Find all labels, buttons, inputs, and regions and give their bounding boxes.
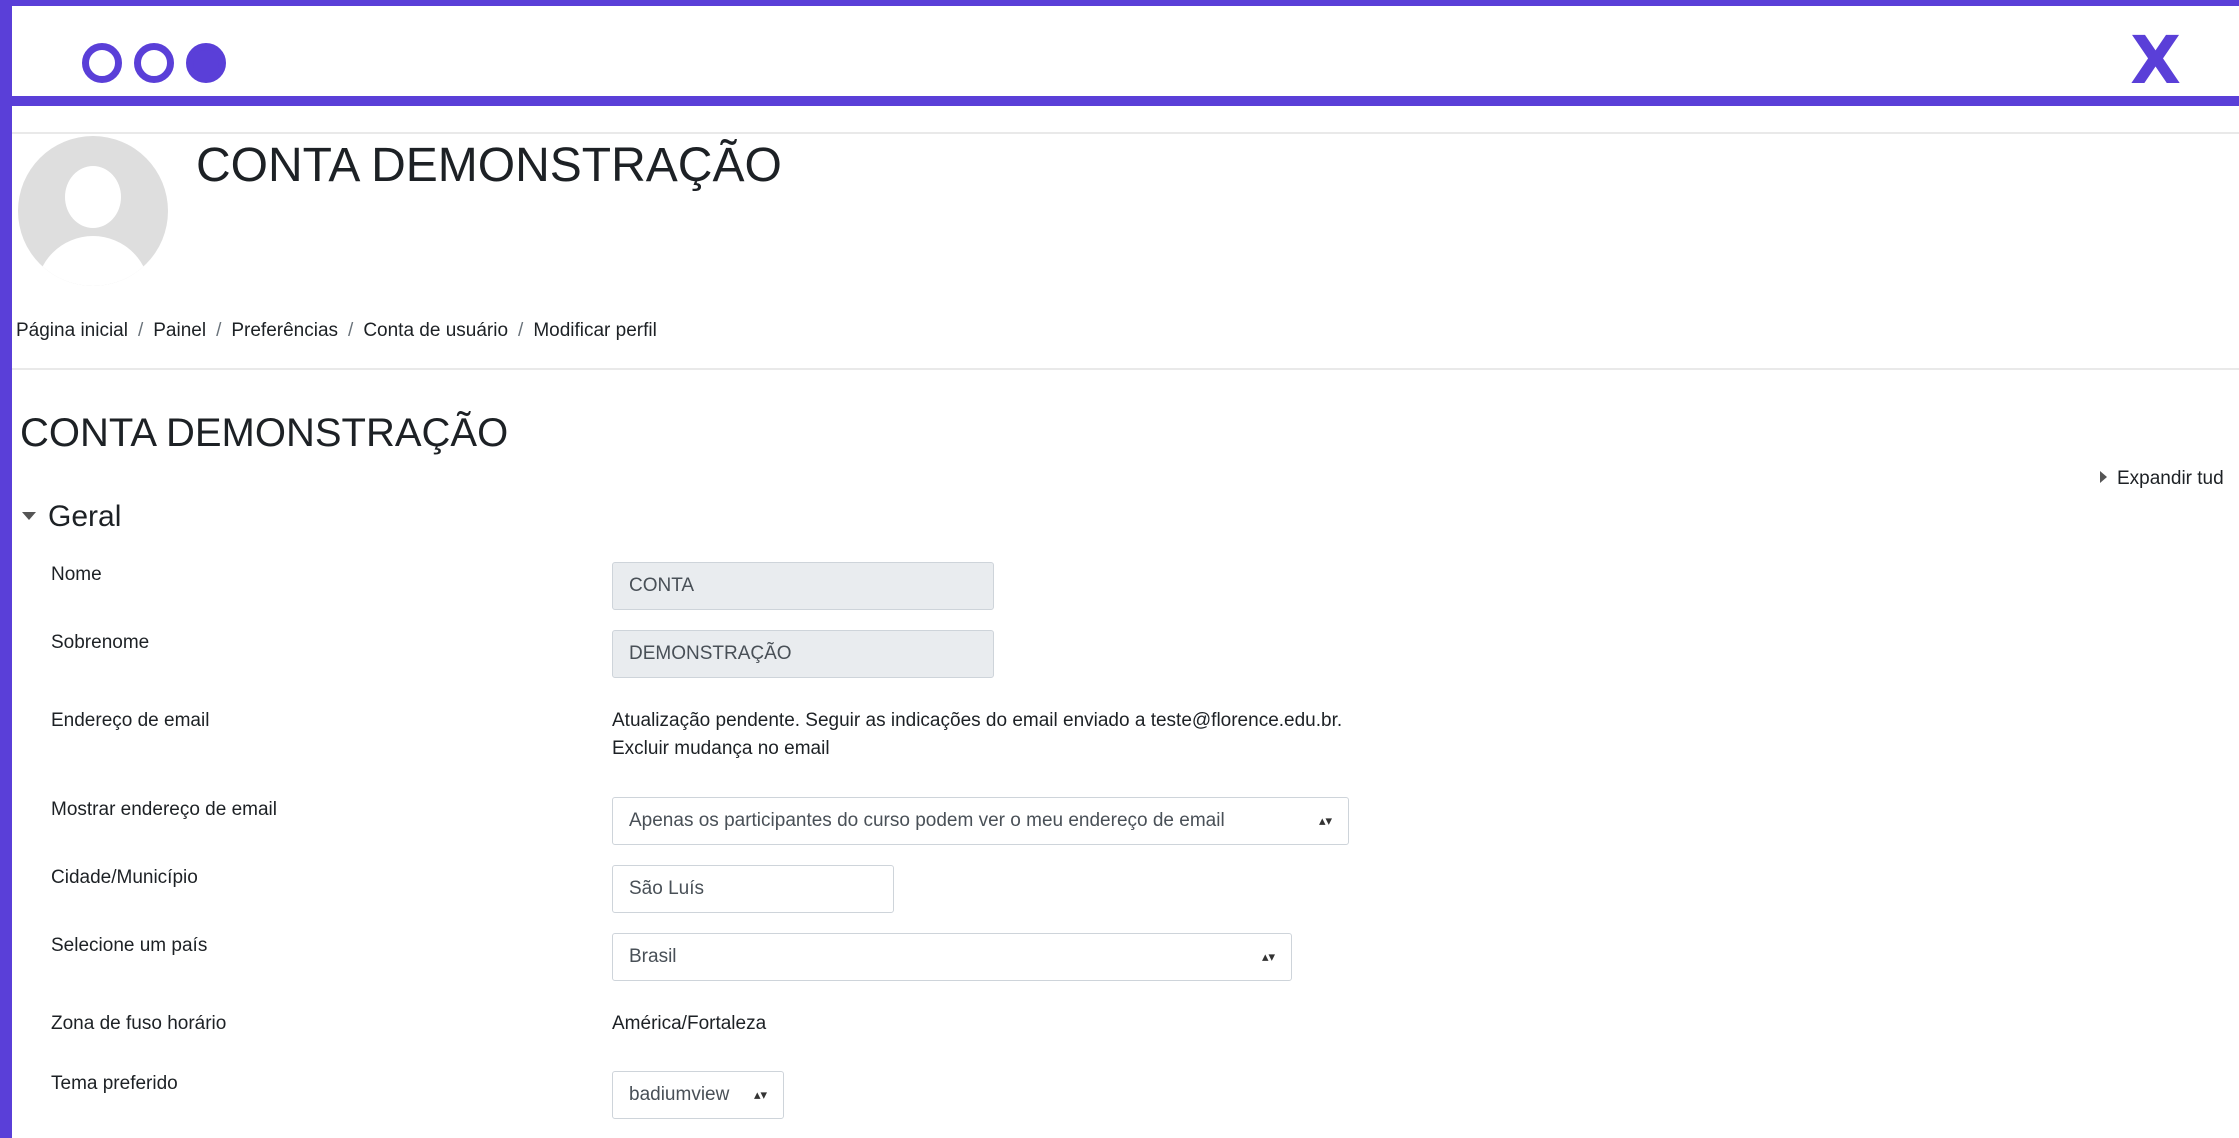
breadcrumb-separator: / [518,320,524,341]
page-content: CONTA DEMONSTRAÇÃO Página inicial / Painel… [12,106,2239,1138]
timezone-value: América/Fortaleza [612,1013,767,1034]
breadcrumb-item-edit-profile: Modificar perfil [533,320,657,341]
section-title: CONTA DEMONSTRAÇÃO [20,411,509,455]
cancel-email-change-link[interactable]: Excluir mudança no email [612,738,830,760]
country-selected: Brasil [629,946,677,967]
select-arrows-icon: ▴▾ [1318,813,1332,828]
fieldset-legend: Geral [48,500,122,533]
select-arrows-icon: ▴▾ [1261,949,1275,964]
city-label: Cidade/Município [51,867,198,888]
breadcrumb: Página inicial / Painel / Preferências / Conta… [16,320,657,342]
first-name-field[interactable]: CONTA [612,562,994,610]
caret-right-icon [2100,471,2107,483]
divider [12,132,2239,134]
show-email-label: Mostrar endereço de email [51,799,277,820]
page-title: CONTA DEMONSTRAÇÃO [196,139,782,192]
fieldset-toggle-general[interactable]: Geral [22,500,121,534]
caret-down-icon [22,512,36,520]
avatar[interactable] [18,136,168,286]
circle-filled-icon[interactable] [186,43,226,83]
select-arrows-icon: ▴▾ [753,1087,767,1102]
first-name-label: Nome [51,564,102,585]
show-email-select[interactable]: Apenas os participantes do curso podem v… [612,797,1349,845]
circle-outline-icon[interactable] [134,43,174,83]
circle-outline-icon[interactable] [82,43,122,83]
divider [12,368,2239,370]
email-label: Endereço de email [51,710,210,731]
breadcrumb-item-dashboard[interactable]: Painel [153,320,206,341]
expand-all-label: Expandir tud [2117,468,2224,489]
close-icon[interactable]: X [2130,26,2181,96]
country-select[interactable]: Brasil ▴▾ [612,933,1292,981]
breadcrumb-item-home[interactable]: Página inicial [16,320,128,341]
breadcrumb-separator: / [348,320,354,341]
breadcrumb-separator: / [216,320,222,341]
show-email-selected: Apenas os participantes do curso podem v… [629,810,1225,831]
window-frame-left [0,0,12,1138]
window-titlebar: X [12,6,2239,98]
breadcrumb-separator: / [137,320,144,341]
city-input[interactable]: São Luís [612,865,894,913]
last-name-label: Sobrenome [51,632,150,653]
expand-all-link[interactable]: Expandir tud [2100,468,2224,490]
breadcrumb-item-user-account[interactable]: Conta de usuário [363,320,508,341]
default-user-avatar-icon [65,166,121,228]
email-pending-text: Atualização pendente. Seguir as indicaçõ… [612,710,1343,731]
country-label: Selecione um país [51,935,208,956]
timezone-label: Zona de fuso horário [51,1013,227,1034]
last-name-field[interactable]: DEMONSTRAÇÃO [612,630,994,678]
avatar-body-shape [36,236,150,286]
theme-label: Tema preferido [51,1073,178,1094]
breadcrumb-item-preferences[interactable]: Preferências [231,320,338,341]
theme-select[interactable]: badiumview ▴▾ [612,1071,784,1119]
window-titlebar-border [0,96,2239,106]
theme-selected: badiumview [629,1084,730,1105]
